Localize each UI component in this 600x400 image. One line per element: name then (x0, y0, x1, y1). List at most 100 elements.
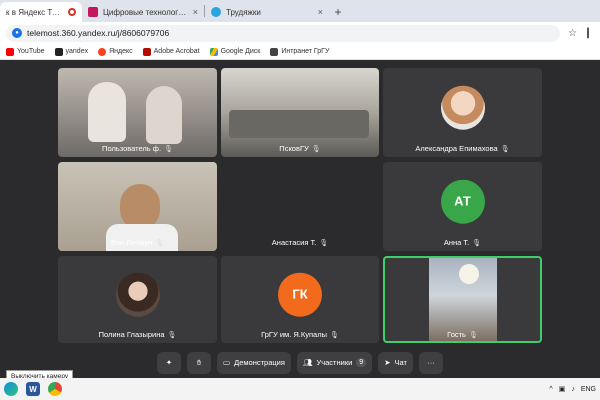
mic-off-icon: 🎙︎ (167, 331, 177, 339)
bookmark-label: Интранет ГрГУ (281, 48, 330, 55)
url-omnibox[interactable]: ● telemost.360.yandex.ru/j/8606079706 (6, 24, 561, 42)
participant-tile[interactable]: Полина Глазырина 🎙︎ (58, 256, 217, 343)
bookmark-yandex[interactable]: Яндекс (98, 47, 133, 56)
video-feed (459, 264, 479, 284)
video-grid: Пользователь ф. 🎙︎ ПсковГУ 🎙︎ Александра Е… (0, 60, 600, 347)
bookmark-label: yandex (65, 48, 89, 55)
bookmark-star-icon[interactable]: ☆ (568, 28, 577, 39)
call-toolbar: ✦ ✋︎ ▭ Демонстрация 👥︎ Участники 9 ➤ Чат ··· (0, 347, 600, 378)
youtube-icon (6, 47, 14, 56)
video-feed (146, 86, 182, 144)
participant-name: ПсковГУ (279, 144, 309, 153)
people-icon: 👥︎ (302, 358, 313, 367)
participant-name: Полина Глазырина (98, 330, 165, 339)
hand-icon: ✋︎ (196, 357, 202, 367)
more-icon: ··· (427, 358, 435, 367)
google-drive-icon (209, 47, 218, 56)
word-icon[interactable]: W (26, 382, 40, 396)
participant-tile[interactable]: Ван Личжун 🎙︎ (58, 162, 217, 251)
effects-button[interactable]: ✦ (157, 351, 182, 374)
intranet-icon (270, 47, 279, 56)
bookmark-google-drive[interactable]: Google Диск (209, 47, 261, 56)
send-icon: ➤ (384, 358, 391, 367)
bookmark-label: YouTube (17, 48, 45, 55)
tab-digital-tech[interactable]: Цифровые технологии и искус × (82, 2, 204, 22)
participants-button[interactable]: 👥︎ Участники 9 (296, 351, 373, 374)
site-favicon-icon (88, 7, 98, 17)
mic-off-icon: 🎙︎ (500, 145, 510, 153)
bookmarks-bar: YouTube yandex Яндекс Adobe Acrobat Goog… (0, 44, 600, 60)
avatar (440, 85, 485, 130)
bookmark-youtube[interactable]: YouTube (6, 47, 45, 56)
participants-label: Участники (316, 358, 353, 367)
system-tray: ^ ▣ ♪ ENG (549, 385, 596, 394)
adobe-icon (142, 47, 151, 56)
site-info-icon[interactable]: ● (12, 28, 22, 38)
bookmark-yandex-lower[interactable]: yandex (54, 47, 89, 56)
participant-name: Гость (447, 330, 466, 339)
participant-tile[interactable]: АТ Анна Т. 🎙︎ (383, 162, 542, 251)
yandex-icon (98, 47, 107, 56)
tab-title: Цифровые технологии и искус (103, 7, 188, 17)
url-text: telemost.360.yandex.ru/j/8606079706 (27, 28, 170, 38)
chat-button[interactable]: ➤ Чат (378, 351, 413, 374)
edge-icon[interactable] (4, 382, 18, 396)
mic-off-icon: 🎙︎ (164, 145, 173, 153)
mic-off-icon: 🎙︎ (311, 145, 321, 153)
participant-tile[interactable]: Александра Епимахова 🎙︎ (383, 68, 542, 157)
network-icon[interactable]: ▣ (559, 385, 566, 393)
menu-icon[interactable]: ▎ (587, 28, 594, 39)
avatar-initials: ГК (292, 286, 308, 302)
record-icon (68, 8, 76, 16)
tab-telemost[interactable]: к в Яндекс Телемост (0, 2, 82, 22)
participant-tile-speaking[interactable]: Гость 🎙︎ (383, 256, 542, 343)
video-feed (229, 110, 369, 138)
participant-name: Ван Личжун (110, 238, 153, 247)
chat-label: Чат (394, 358, 407, 367)
screen-share-button[interactable]: ▭ Демонстрация (217, 351, 291, 374)
address-bar-actions: ☆ ▎ (568, 28, 594, 39)
raise-hand-button[interactable]: ✋︎ (187, 351, 212, 374)
participant-name: Александра Епимахова (415, 144, 498, 153)
participant-name: Анна Т. (443, 238, 470, 247)
screen-share-icon: ▭ (223, 358, 231, 367)
chevron-up-icon[interactable]: ^ (549, 386, 552, 393)
bookmark-label: Google Диск (220, 48, 261, 55)
avatar: АТ (440, 179, 485, 224)
bookmark-adobe[interactable]: Adobe Acrobat (142, 47, 200, 56)
sparkle-icon: ✦ (165, 358, 173, 367)
video-feed (88, 82, 126, 142)
bookmark-intranet[interactable]: Интранет ГрГУ (270, 47, 330, 56)
volume-icon[interactable]: ♪ (571, 386, 575, 393)
screen-share-label: Демонстрация (234, 358, 285, 367)
bookmark-label: Adobe Acrobat (153, 48, 200, 55)
participant-tile[interactable]: Анастасия Т. 🎙︎ (221, 162, 379, 251)
new-tab-button[interactable]: + (329, 2, 347, 22)
plus-icon (54, 47, 63, 56)
mic-off-icon: 🎙︎ (329, 331, 339, 339)
close-tab-icon[interactable]: × (193, 7, 198, 17)
mic-off-icon: 🎙︎ (319, 239, 329, 247)
telegram-icon (211, 7, 221, 17)
participants-count-badge: 9 (356, 358, 367, 367)
more-button[interactable]: ··· (418, 351, 443, 374)
language-indicator[interactable]: ENG (581, 386, 596, 393)
participant-tile[interactable]: Пользователь ф. 🎙︎ (58, 68, 217, 157)
close-tab-icon[interactable]: × (318, 7, 323, 17)
participant-tile[interactable]: ГК ГрГУ им. Я.Купалы 🎙︎ (221, 256, 379, 343)
tab-title: Трудяжки (226, 7, 261, 17)
bookmark-label: Яндекс (109, 48, 133, 55)
participant-name: Анастасия Т. (271, 238, 317, 247)
tab-title: к в Яндекс Телемост (6, 7, 63, 17)
participant-name: ГрГУ им. Я.Купалы (261, 330, 327, 339)
avatar (115, 272, 160, 317)
participant-tile[interactable]: ПсковГУ 🎙︎ (221, 68, 379, 157)
mic-off-icon: 🎙︎ (472, 239, 482, 247)
participant-name: Пользователь ф. (102, 144, 162, 153)
chrome-icon[interactable] (48, 382, 62, 396)
tab-trudyazhki[interactable]: Трудяжки × (205, 2, 329, 22)
browser-tabstrip: к в Яндекс Телемост Цифровые технологии … (0, 0, 600, 22)
avatar: ГК (278, 272, 322, 317)
mic-off-icon: 🎙︎ (468, 331, 478, 339)
avatar-initials: АТ (454, 193, 471, 209)
